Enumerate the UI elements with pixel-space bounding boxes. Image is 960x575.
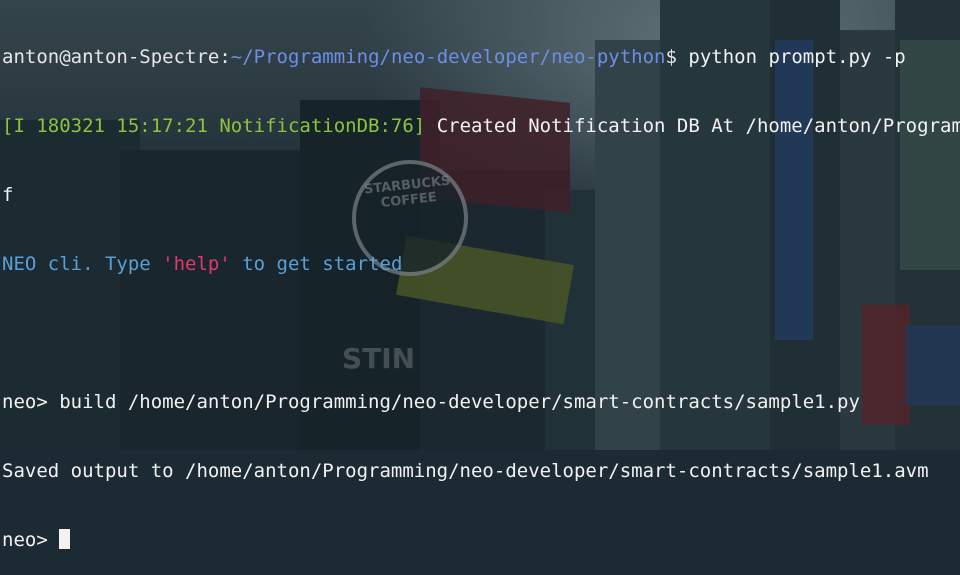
build-command-line: neo> build /home/anton/Programming/neo-d… [2,391,860,413]
log-line: [I 180321 15:17:21 NotificationDB:76] Cr… [2,115,960,138]
log-line-wrap: f [2,184,14,206]
prompt-path: ~/Programming/neo-developer/neo-python [230,46,666,68]
shell-command-line: anton@anton-Spectre:~/Programming/neo-de… [2,46,960,69]
neo-prompt: neo> [2,529,60,551]
terminal-output[interactable]: anton@anton-Spectre:~/Programming/neo-de… [2,0,960,575]
active-prompt-line[interactable]: neo> [2,529,960,552]
prompt-symbol: $ [665,46,677,68]
prompt-user-host: anton@anton-Spectre [2,46,220,68]
shell-command: python prompt.py -p [676,46,906,68]
prompt-separator: : [219,46,231,68]
log-message: Created Notification DB At /home/anton/P… [425,115,960,137]
welcome-text: NEO cli. Type [2,253,163,275]
log-prefix: [I 180321 15:17:21 NotificationDB:76] [2,115,426,137]
help-keyword: 'help' [162,253,231,275]
text-cursor[interactable] [59,529,71,549]
saved-output-line: Saved output to /home/anton/Programming/… [2,460,929,482]
welcome-text-end: to get started [230,253,403,275]
welcome-line: NEO cli. Type 'help' to get started [2,253,960,276]
